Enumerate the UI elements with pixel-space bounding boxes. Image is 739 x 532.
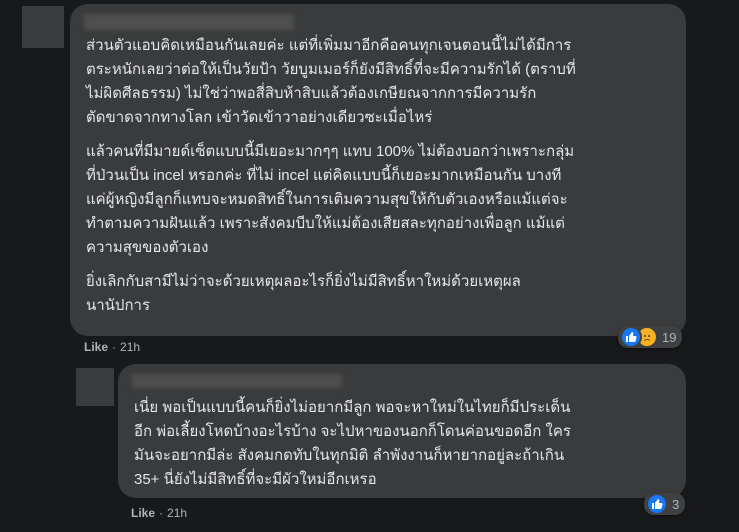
comment-line: ส่วนตัวแอบคิดเหมือนกันเลยค่ะ แต่ที่เพิ่ม… xyxy=(86,37,572,54)
comment-line: นานัปการ xyxy=(86,297,151,314)
like-icon xyxy=(620,326,642,348)
reply-line: 35+ นี่ยังไม่มีสิทธิ์ที่จะมีผัวใหม่อีกเห… xyxy=(134,471,377,488)
comment-paragraph: ยิ่งเลิกกับสามีไม่ว่าจะด้วยเหตุผลอะไรก็ย… xyxy=(86,270,576,318)
comment-timestamp[interactable]: 21h xyxy=(120,340,140,354)
replier-avatar[interactable] xyxy=(76,368,114,406)
comment-actions: Like · 21h xyxy=(84,340,140,354)
reply-timestamp[interactable]: 21h xyxy=(167,506,187,520)
reactions-summary[interactable]: 3 xyxy=(644,493,686,515)
comment-line: แล้วคนที่มีมายด์เซ็ตแบบนี้มีเยอะมากๆๆ แท… xyxy=(86,143,575,160)
author-name-redacted[interactable] xyxy=(84,14,294,30)
separator-dot: · xyxy=(159,506,164,520)
comment-line: ทำตามความฝันแล้ว เพราะสังคมบีบให้แม่ต้อง… xyxy=(86,215,565,232)
reply-text: เนี่ย พอเป็นแบบนี้คนก็ยิ่งไม่อยากมีลูก พ… xyxy=(134,396,571,492)
reaction-count: 3 xyxy=(672,496,680,512)
comment-paragraph: แล้วคนที่มีมายด์เซ็ตแบบนี้มีเยอะมากๆๆ แท… xyxy=(86,140,576,260)
comment-paragraph: ส่วนตัวแอบคิดเหมือนกันเลยค่ะ แต่ที่เพิ่ม… xyxy=(86,34,576,130)
reply-bubble: เนี่ย พอเป็นแบบนี้คนก็ยิ่งไม่อยากมีลูก พ… xyxy=(118,364,686,498)
comment-line: ตัดขาดจากทางโลก เข้าวัดเข้าวาอย่างเดียวซ… xyxy=(86,109,433,126)
reply-line: เนี่ย พอเป็นแบบนี้คนก็ยิ่งไม่อยากมีลูก พ… xyxy=(134,399,571,416)
comment-line: ที่ป่วนเป็น incel หรอกค่ะ ที่ไม่ incel แ… xyxy=(86,167,562,184)
reply-paragraph: เนี่ย พอเป็นแบบนี้คนก็ยิ่งไม่อยากมีลูก พ… xyxy=(134,396,571,492)
comment-line: ยิ่งเลิกกับสามีไม่ว่าจะด้วยเหตุผลอะไรก็ย… xyxy=(86,273,521,290)
author-name-redacted[interactable] xyxy=(132,374,342,388)
reply-line: มันจะอยากมีล่ะ สังคมกดทับในทุกมิติ ลำพัง… xyxy=(134,447,565,464)
reply-line: อีก พ่อเลี้ยงโหดบ้างอะไรบ้าง จะไปหาของนอ… xyxy=(134,423,571,440)
comment-line: ตระหนักเลยว่าต่อให้เป็นวัยป้า วัยบูมเมอร… xyxy=(86,61,576,78)
like-button[interactable]: Like xyxy=(84,340,108,354)
comment-bubble: ส่วนตัวแอบคิดเหมือนกันเลยค่ะ แต่ที่เพิ่ม… xyxy=(70,4,686,336)
like-button[interactable]: Like xyxy=(131,506,155,520)
reply-actions: Like · 21h xyxy=(131,506,187,520)
comment-line: ความสุขของตัวเอง xyxy=(86,239,209,256)
reactions-summary[interactable]: 19 xyxy=(618,326,683,348)
comment-line: ไม่ผิดศีลธรรม) ไม่ใช่ว่าพอสี่สิบห้าสิบแล… xyxy=(86,85,537,102)
reaction-count: 19 xyxy=(662,329,677,345)
separator-dot: · xyxy=(112,340,117,354)
commenter-avatar[interactable] xyxy=(22,6,64,48)
comment-line: แค่ผู้หญิงมีลูกก็แทบจะหมดสิทธิ์ในการเติม… xyxy=(86,191,568,208)
comment-text: ส่วนตัวแอบคิดเหมือนกันเลยค่ะ แต่ที่เพิ่ม… xyxy=(86,34,576,318)
like-icon xyxy=(646,493,668,515)
